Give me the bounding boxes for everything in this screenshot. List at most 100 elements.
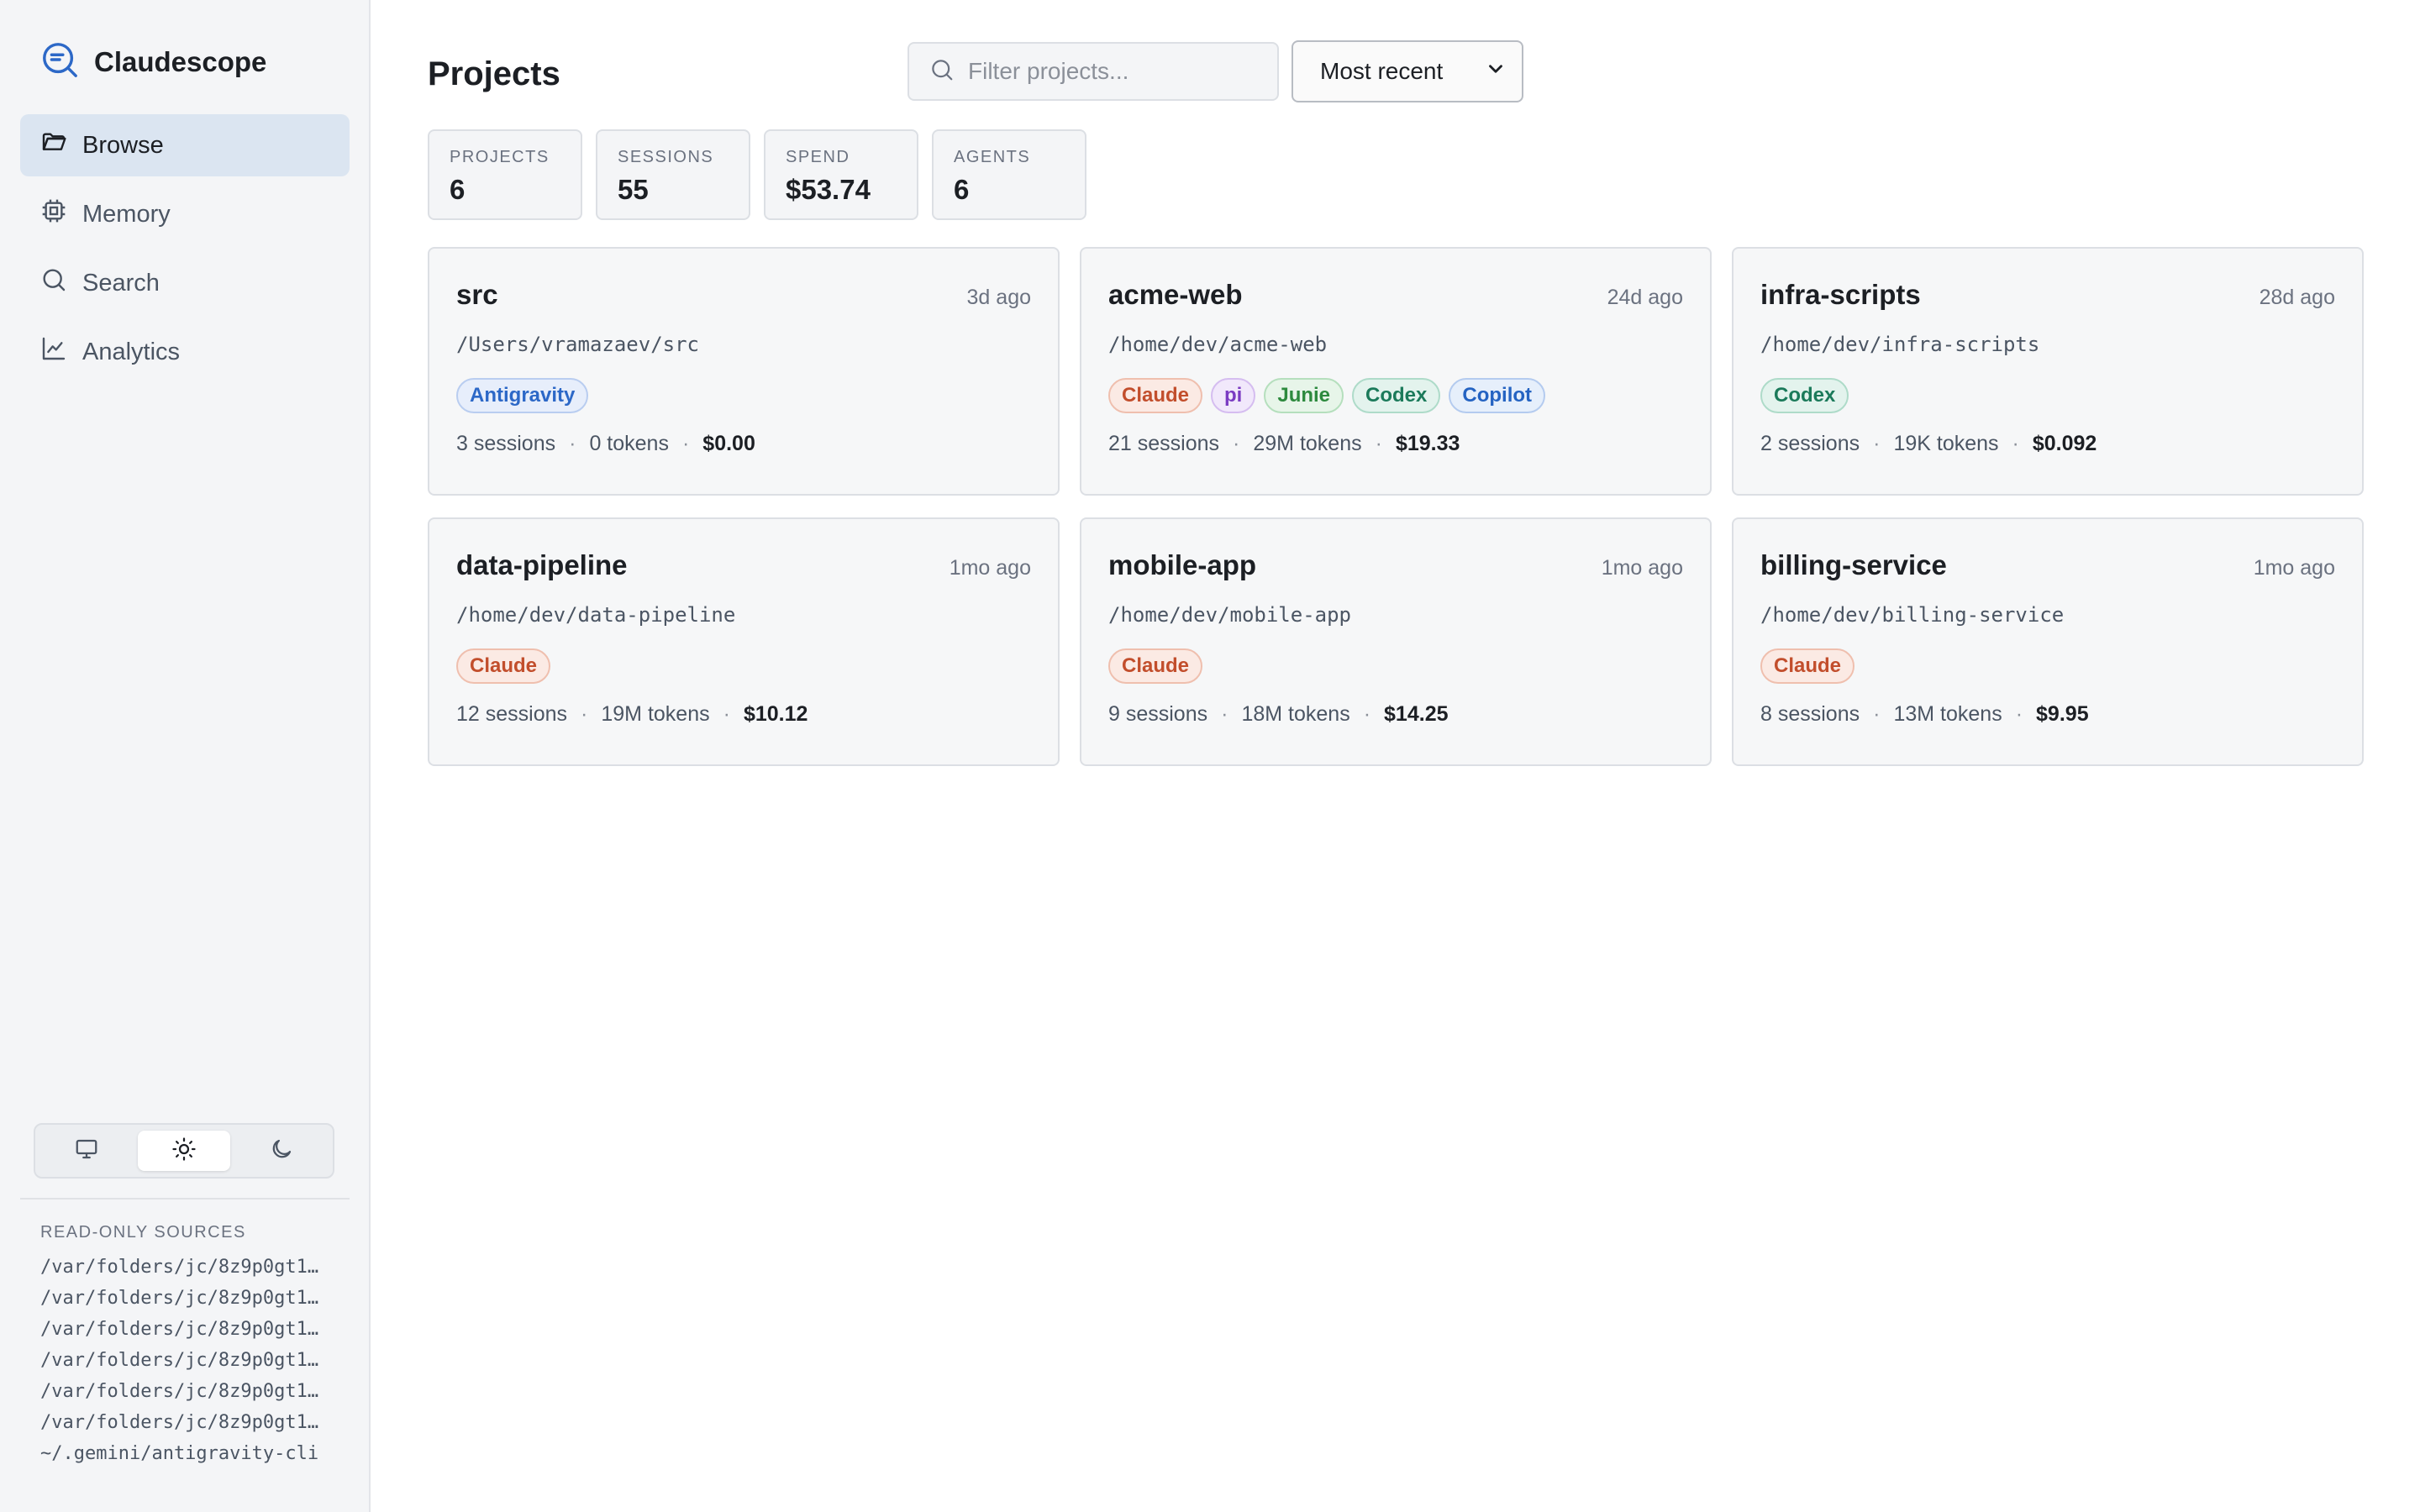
token-count: 19M tokens	[601, 702, 710, 726]
line-chart-icon	[40, 335, 67, 369]
sidebar-nav: Browse Memory Search Analytics	[20, 114, 350, 390]
stat-projects: PROJECTS 6	[428, 129, 582, 220]
project-cost: $10.12	[743, 702, 808, 726]
source-item: /var/folders/jc/8z9p0gt1…	[40, 1257, 319, 1278]
separator: ·	[681, 432, 690, 455]
page-title: Projects	[428, 55, 560, 92]
stat-label: AGENTS	[954, 148, 1031, 166]
agent-tag: pi	[1211, 378, 1256, 413]
separator: ·	[2012, 432, 2019, 455]
sort-selected-value: Most recent	[1320, 58, 1444, 84]
sun-icon	[171, 1137, 197, 1166]
session-count: 3 sessions	[456, 432, 556, 455]
stat-label: SPEND	[786, 148, 850, 166]
project-path: /home/dev/mobile-app	[1108, 603, 1351, 627]
project-name: infra-scripts	[1760, 279, 1921, 310]
separator: ·	[569, 432, 576, 455]
brand[interactable]: Claudescope	[40, 40, 266, 83]
stat-value: 6	[450, 174, 466, 205]
source-item: /var/folders/jc/8z9p0gt1…	[40, 1350, 319, 1371]
stat-value: 55	[618, 174, 649, 205]
sidebar-item-label: Analytics	[82, 338, 181, 365]
session-count: 21 sessions	[1108, 432, 1220, 455]
sidebar-item-analytics[interactable]: Analytics	[20, 321, 350, 383]
folder-icon	[40, 129, 67, 162]
sidebar-item-label: Search	[82, 269, 160, 297]
session-count: 12 sessions	[456, 702, 568, 726]
separator: ·	[723, 702, 730, 726]
sidebar: Claudescope Browse Memory Search Analyti…	[0, 0, 371, 1512]
agent-tags: Claude	[1108, 648, 1683, 684]
sidebar-divider	[20, 1198, 350, 1200]
agent-tag: Claude	[1760, 648, 1855, 684]
agent-tags: Claude	[1760, 648, 2335, 684]
project-time: 1mo ago	[949, 556, 1031, 580]
project-meta: 21 sessions · 29M tokens · $19.33	[1108, 432, 1683, 456]
stat-label: PROJECTS	[450, 148, 550, 166]
project-path: /home/dev/billing-service	[1760, 603, 2065, 627]
project-cost: $0.00	[702, 432, 755, 455]
agent-tag: Codex	[1760, 378, 1849, 413]
project-card[interactable]: data-pipeline 1mo ago /home/dev/data-pip…	[428, 517, 1060, 766]
project-name: billing-service	[1760, 549, 1947, 580]
agent-tags: Claude pi Junie Codex Copilot	[1108, 378, 1683, 413]
separator: ·	[1873, 702, 1881, 726]
project-meta: 12 sessions · 19M tokens · $10.12	[456, 702, 1031, 727]
sources-label: READ-ONLY SOURCES	[40, 1223, 246, 1242]
project-time: 1mo ago	[2253, 556, 2335, 580]
agent-tag: Claude	[1108, 378, 1203, 413]
project-path: /home/dev/data-pipeline	[456, 603, 736, 627]
project-meta: 9 sessions · 18M tokens · $14.25	[1108, 702, 1683, 727]
stats-row: PROJECTS 6 SESSIONS 55 SPEND $53.74 AGEN…	[428, 129, 1086, 220]
project-time: 1mo ago	[1601, 556, 1683, 580]
separator: ·	[1221, 702, 1228, 726]
separator: ·	[581, 702, 588, 726]
main-content: Projects Most recent PROJECTS 6 SESSIONS…	[371, 0, 2420, 1512]
theme-dark-button[interactable]	[235, 1131, 328, 1171]
theme-system-button[interactable]	[40, 1131, 133, 1171]
project-cost: $9.95	[2036, 702, 2089, 726]
project-name: src	[456, 279, 498, 310]
theme-toggle	[34, 1123, 334, 1179]
app-name: Claudescope	[94, 45, 267, 77]
token-count: 0 tokens	[589, 432, 669, 455]
sidebar-item-browse[interactable]: Browse	[20, 114, 350, 176]
project-cost: $0.092	[2032, 432, 2097, 455]
separator: ·	[2015, 702, 2023, 726]
sidebar-item-memory[interactable]: Memory	[20, 183, 350, 245]
filter-input[interactable]	[968, 58, 1254, 85]
separator: ·	[1873, 432, 1881, 455]
token-count: 29M tokens	[1253, 432, 1362, 455]
project-cost: $14.25	[1384, 702, 1449, 726]
project-meta: 8 sessions · 13M tokens · $9.95	[1760, 702, 2335, 727]
separator: ·	[1233, 432, 1240, 455]
source-item: /var/folders/jc/8z9p0gt1…	[40, 1319, 319, 1340]
project-card[interactable]: infra-scripts 28d ago /home/dev/infra-sc…	[1732, 247, 2364, 496]
agent-tag: Copilot	[1449, 378, 1546, 413]
stat-sessions: SESSIONS 55	[596, 129, 750, 220]
chip-icon	[40, 197, 67, 231]
monitor-icon	[74, 1137, 99, 1166]
source-item: ~/.gemini/antigravity-cli	[40, 1443, 319, 1464]
sort-select[interactable]: Most recent	[1292, 40, 1523, 102]
stat-agents: AGENTS 6	[932, 129, 1086, 220]
token-count: 18M tokens	[1241, 702, 1350, 726]
filter-box	[908, 42, 1279, 101]
project-card[interactable]: billing-service 1mo ago /home/dev/billin…	[1732, 517, 2364, 766]
project-card[interactable]: src 3d ago /Users/vramazaev/src Antigrav…	[428, 247, 1060, 496]
project-cost: $19.33	[1395, 432, 1460, 455]
project-card[interactable]: acme-web 24d ago /home/dev/acme-web Clau…	[1080, 247, 1712, 496]
logo-icon	[40, 40, 79, 83]
theme-light-button[interactable]	[138, 1131, 230, 1171]
source-item: /var/folders/jc/8z9p0gt1…	[40, 1288, 319, 1309]
project-time: 3d ago	[966, 286, 1031, 309]
project-path: /Users/vramazaev/src	[456, 333, 699, 356]
agent-tag: Antigravity	[456, 378, 589, 413]
project-card[interactable]: mobile-app 1mo ago /home/dev/mobile-app …	[1080, 517, 1712, 766]
moon-icon	[269, 1137, 294, 1166]
search-icon	[40, 266, 67, 300]
project-path: /home/dev/acme-web	[1108, 333, 1328, 356]
sidebar-item-search[interactable]: Search	[20, 252, 350, 314]
agent-tag: Junie	[1264, 378, 1344, 413]
sidebar-item-label: Memory	[82, 200, 171, 228]
